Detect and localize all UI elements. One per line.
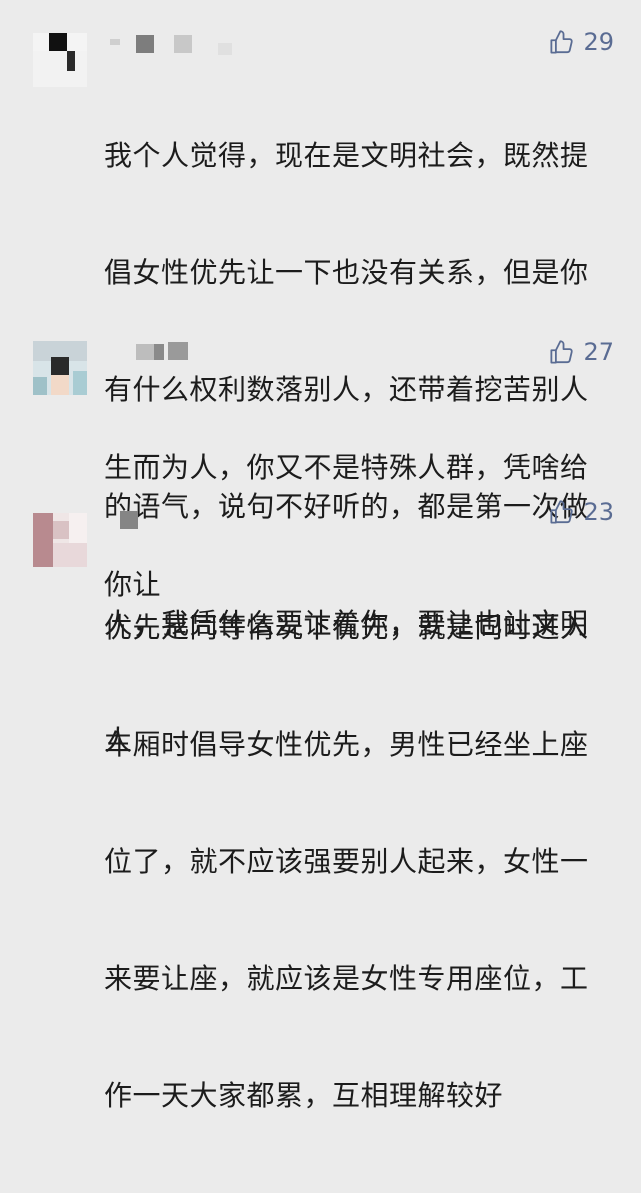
comment-line: 位了，就不应该强要别人起来，女性一 <box>104 845 589 878</box>
comment-item: 29 我个人觉得，现在是文明社会，既然提 倡女性优先让一下也没有关系，但是你 有… <box>0 0 641 757</box>
comment-line: 作一天大家都累，互相理解较好 <box>104 1079 504 1112</box>
comment-line: 我个人觉得，现在是文明社会，既然提 <box>104 139 589 172</box>
thumbs-up-icon <box>550 499 574 524</box>
like-button[interactable]: 29 <box>548 28 614 56</box>
username-blurred[interactable] <box>104 511 164 531</box>
comment-item: 23 优先是同等情况下优先，就是同时进入 车厢时倡导女性优先，男性已经坐上座 位… <box>0 480 641 1112</box>
username-blurred[interactable] <box>104 342 204 362</box>
thumbs-up-icon <box>550 339 574 364</box>
comment-line: 来要让座，就应该是女性专用座位，工 <box>104 962 589 995</box>
comment-text: 优先是同等情况下优先，就是同时进入 车厢时倡导女性优先，男性已经坐上座 位了，就… <box>104 530 604 1193</box>
avatar[interactable] <box>33 341 87 395</box>
like-count: 27 <box>583 338 614 366</box>
avatar[interactable] <box>33 513 87 567</box>
comment-line: 优先是同等情况下优先，就是同时进入 <box>104 611 589 644</box>
like-count: 23 <box>583 498 614 526</box>
like-count: 29 <box>583 28 614 56</box>
comment-line: 车厢时倡导女性优先，男性已经坐上座 <box>104 728 589 761</box>
username-blurred[interactable] <box>104 35 244 55</box>
thumbs-up-icon <box>550 29 574 54</box>
comment-line: 倡女性优先让一下也没有关系，但是你 <box>104 256 589 289</box>
like-button[interactable]: 27 <box>548 338 614 366</box>
comment-item: 27 生而为人，你又不是特殊人群，凭啥给 你让 <box>0 300 641 601</box>
like-button[interactable]: 23 <box>548 498 614 526</box>
avatar[interactable] <box>33 33 87 87</box>
